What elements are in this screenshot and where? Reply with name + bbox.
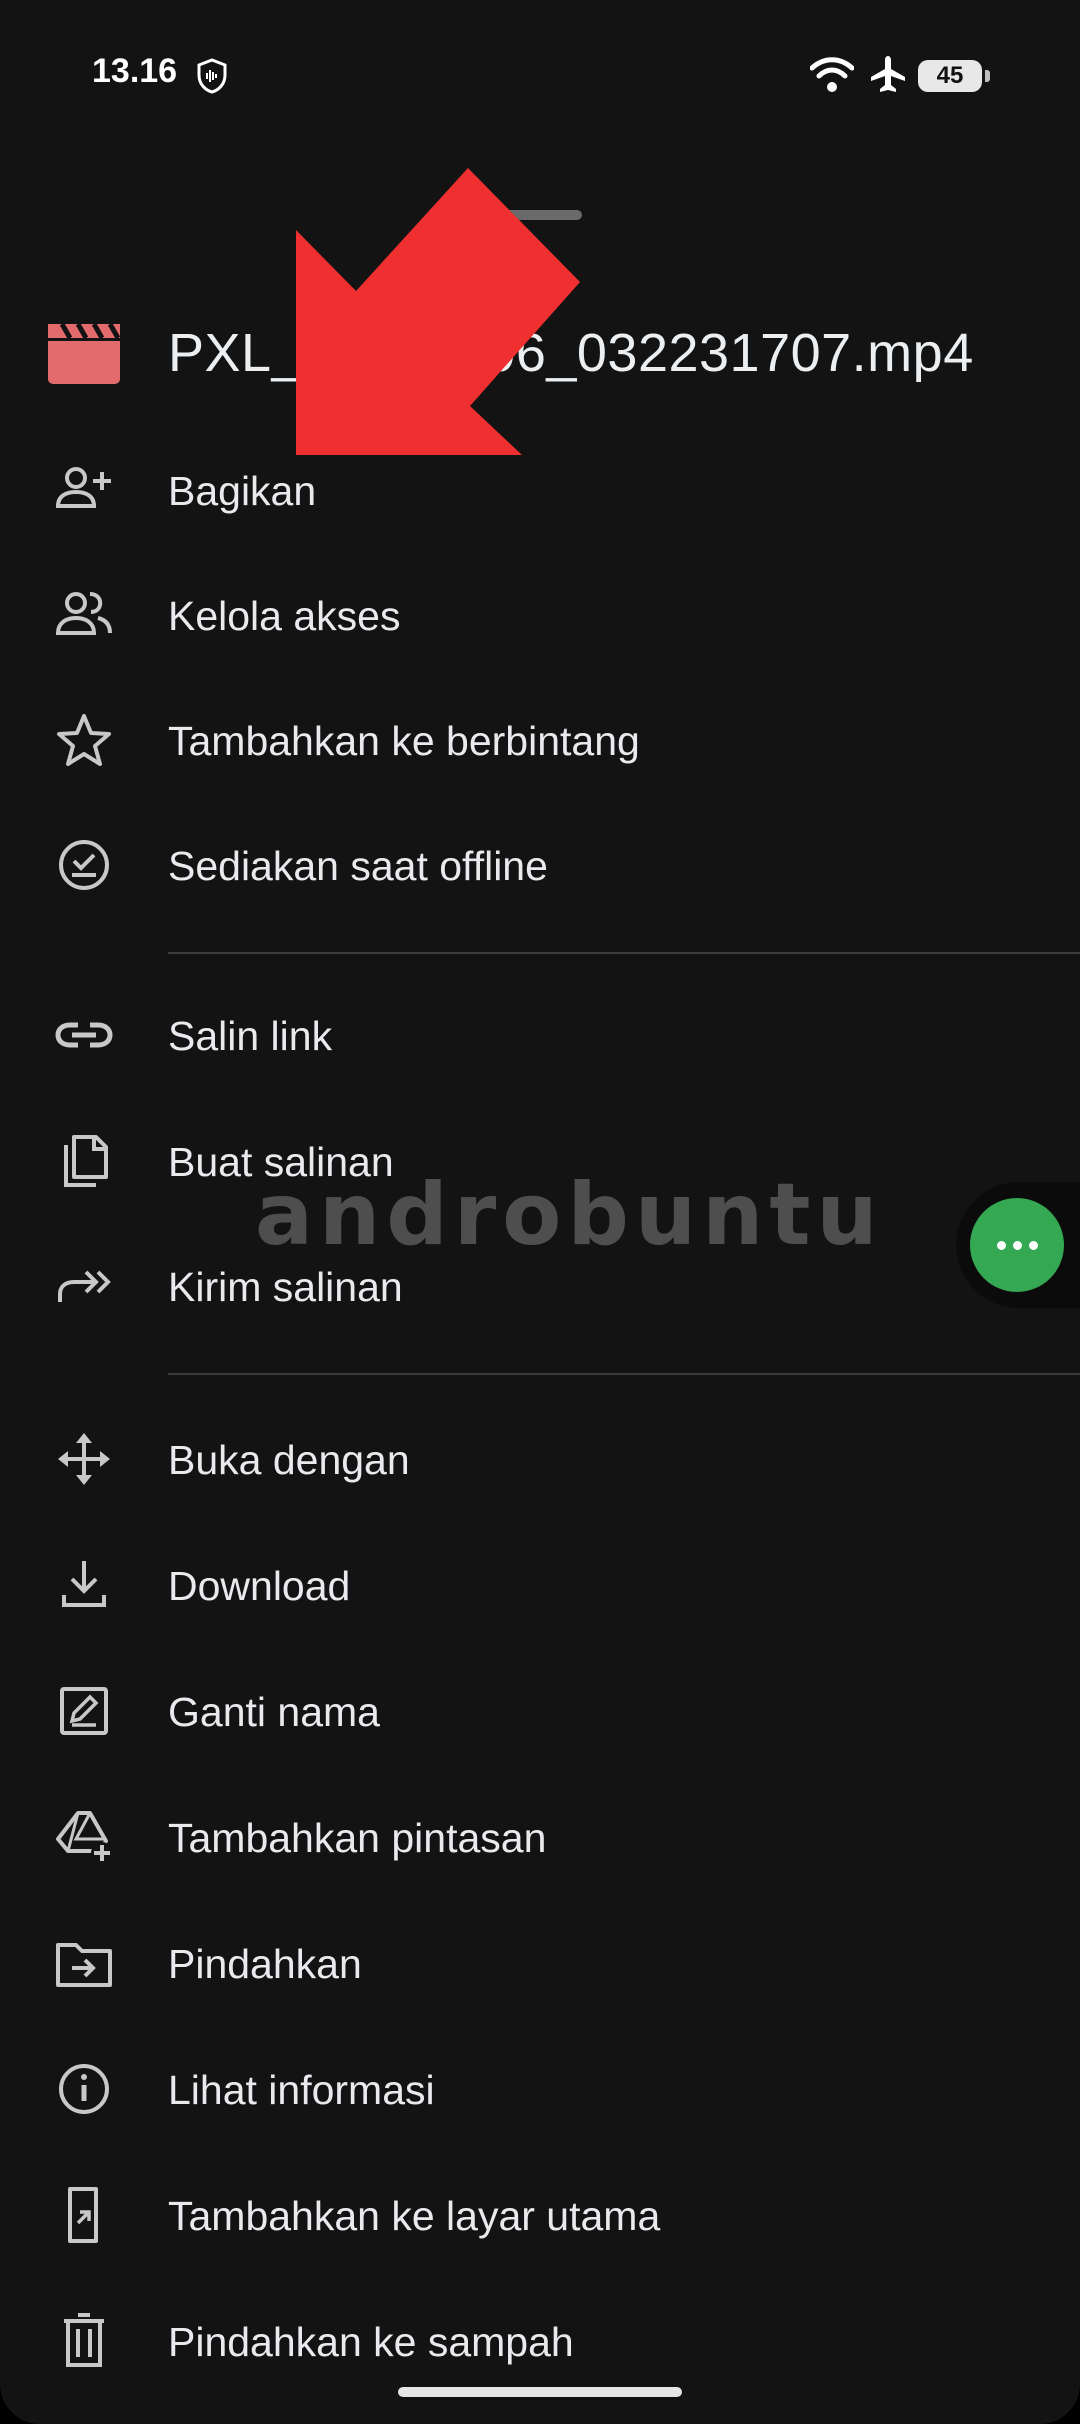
menu-item-salin-link[interactable]: Salin link bbox=[0, 975, 1080, 1095]
menu-item-kelola-akses[interactable]: Kelola akses bbox=[0, 555, 1080, 675]
person-add-icon bbox=[55, 467, 111, 508]
watermark-text: androbuntu bbox=[255, 1165, 884, 1265]
more-dots-icon bbox=[996, 1240, 1038, 1250]
menu-item-ganti-nama[interactable]: Ganti nama bbox=[0, 1651, 1080, 1771]
wifi-icon bbox=[810, 57, 854, 92]
menu-item-berbintang[interactable]: Tambahkan ke berbintang bbox=[0, 680, 1080, 800]
menu-item-label: Download bbox=[168, 1563, 351, 1609]
menu-item-label: Pindahkan bbox=[168, 1941, 362, 1987]
menu-item-lihat-informasi[interactable]: Lihat informasi bbox=[0, 2029, 1080, 2149]
menu-item-label: Bagikan bbox=[168, 468, 317, 514]
menu-item-label: Buka dengan bbox=[168, 1437, 410, 1483]
menu-item-label: Tambahkan ke berbintang bbox=[168, 718, 640, 764]
bottom-sheet-screen: 13.16 45 PXL_20230306_032231707.mp4 Bagi… bbox=[0, 0, 1080, 2424]
gesture-nav-bar[interactable] bbox=[398, 2387, 682, 2397]
shield-icon bbox=[197, 58, 227, 94]
menu-item-buka-dengan[interactable]: Buka dengan bbox=[0, 1399, 1080, 1519]
menu-item-label: Tambahkan pintasan bbox=[168, 1815, 547, 1861]
file-name: PXL_20230306_032231707.mp4 bbox=[168, 323, 974, 383]
menu-item-layar-utama[interactable]: Tambahkan ke layar utama bbox=[0, 2155, 1080, 2275]
floating-bubble-container bbox=[956, 1182, 1080, 1308]
rename-icon bbox=[60, 1687, 108, 1735]
menu-item-label: Ganti nama bbox=[168, 1689, 380, 1735]
menu-item-label: Tambahkan ke layar utama bbox=[168, 2193, 661, 2239]
menu-item-tambahkan-pintasan[interactable]: Tambahkan pintasan bbox=[0, 1777, 1080, 1897]
add-home-screen-icon bbox=[68, 2187, 98, 2243]
floating-bubble-button[interactable] bbox=[970, 1198, 1064, 1292]
menu-item-sampah[interactable]: Pindahkan ke sampah bbox=[0, 2281, 1080, 2401]
menu-item-label: Lihat informasi bbox=[168, 2067, 435, 2113]
forward-icon bbox=[58, 1270, 111, 1302]
open-with-icon bbox=[58, 1433, 110, 1485]
menu-item-label: Kelola akses bbox=[168, 593, 401, 639]
menu-item-download[interactable]: Download bbox=[0, 1525, 1080, 1645]
menu-item-pindahkan[interactable]: Pindahkan bbox=[0, 1903, 1080, 2023]
menu-item-offline[interactable]: Sediakan saat offline bbox=[0, 805, 1080, 925]
trash-icon bbox=[64, 2313, 104, 2367]
star-icon bbox=[57, 714, 111, 766]
battery-level: 45 bbox=[936, 62, 964, 89]
menu-item-label: Kirim salinan bbox=[168, 1264, 403, 1310]
sheet-drag-handle[interactable] bbox=[504, 210, 582, 220]
menu-divider bbox=[168, 1373, 1080, 1375]
move-folder-icon bbox=[56, 1943, 112, 1987]
status-bar: 13.16 45 bbox=[0, 0, 1080, 150]
status-time: 13.16 bbox=[92, 52, 178, 90]
people-icon bbox=[55, 592, 112, 635]
copy-icon bbox=[64, 1135, 108, 1187]
info-icon bbox=[59, 2064, 109, 2114]
battery-icon: 45 bbox=[918, 60, 990, 92]
menu-item-bagikan[interactable]: Bagikan bbox=[0, 430, 1080, 550]
link-icon bbox=[55, 1022, 113, 1048]
menu-item-label: Salin link bbox=[168, 1013, 333, 1059]
menu-item-label: Pindahkan ke sampah bbox=[168, 2319, 574, 2365]
add-shortcut-icon bbox=[56, 1811, 113, 1864]
menu-item-label: Sediakan saat offline bbox=[168, 843, 548, 889]
file-header: PXL_20230306_032231707.mp4 bbox=[0, 310, 1080, 410]
airplane-icon bbox=[871, 56, 905, 92]
menu-divider bbox=[168, 952, 1080, 954]
offline-check-icon bbox=[59, 840, 109, 890]
video-file-icon bbox=[48, 324, 120, 384]
download-icon bbox=[62, 1561, 106, 1607]
